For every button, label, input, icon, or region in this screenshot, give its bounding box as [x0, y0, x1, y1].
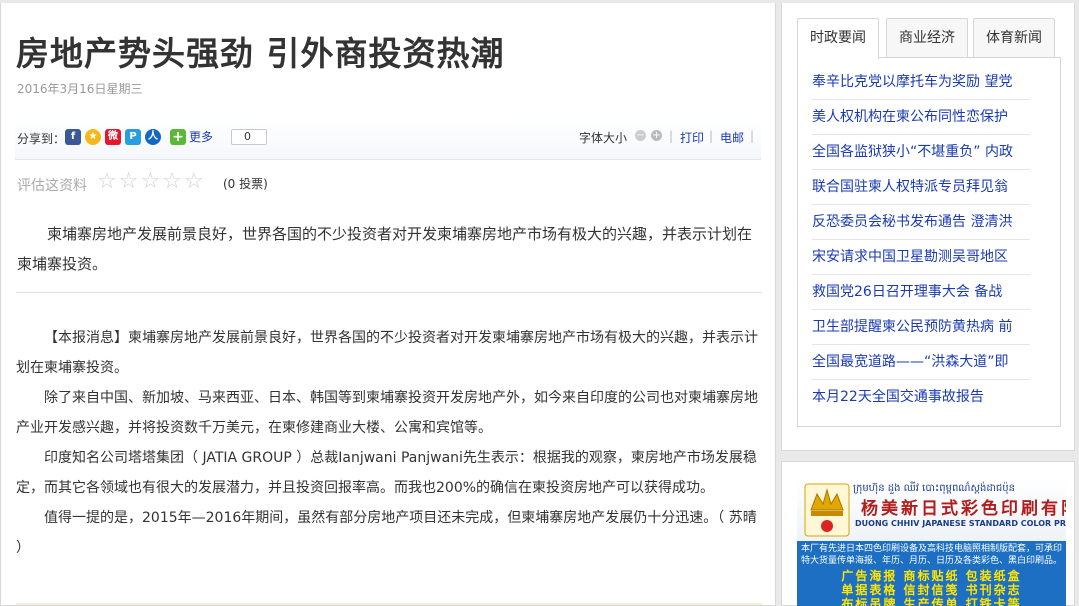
- share-more-link[interactable]: 更多: [189, 128, 213, 145]
- share-toolbar: 分享到： f ★ 微 P 人 + 更多 0 字体大小 − + | 打印 | 电邮…: [15, 120, 761, 160]
- star-icon[interactable]: ☆: [140, 169, 160, 194]
- divider: [16, 603, 762, 605]
- news-link[interactable]: 反恐委员会秘书发布通告 澄清洪: [812, 205, 1030, 240]
- tab-sports[interactable]: 体育新闻: [973, 18, 1055, 58]
- ad-company-name: 杨美新日式彩色印刷有限公司: [861, 499, 1066, 519]
- star-icon[interactable]: ☆: [184, 169, 204, 194]
- article-summary: 柬埔寨房地产发展前景良好，世界各国的不少投资者对开发柬埔寨房地产市场有极大的兴趣…: [17, 225, 753, 273]
- ad-services: 广告海报 商标贴纸 包装纸盒 单据表格 信封信笺 书刊杂志 布标吊牌 生产传单 …: [805, 569, 1058, 606]
- share-label: 分享到：: [17, 132, 66, 146]
- tab-politics[interactable]: 时政要闻: [797, 18, 879, 59]
- news-link[interactable]: 宋安请求中国卫星勘测吴哥地区: [812, 240, 1030, 275]
- news-link[interactable]: 本月22天全国交通事故报告: [812, 380, 1030, 415]
- font-increase-icon[interactable]: +: [651, 130, 662, 141]
- news-link[interactable]: 卫生部提醒柬公民预防黄热病 前: [812, 310, 1030, 345]
- toolbar-separator: |: [750, 129, 755, 143]
- ad-service-line: 广告海报 商标贴纸 包装纸盒: [841, 569, 1022, 583]
- article-paragraph: 【本报消息】柬埔寨房地产发展前景良好，世界各国的不少投资者对开发柬埔寨房地产市场…: [16, 330, 758, 376]
- toolbar-separator: |: [669, 129, 674, 143]
- print-link[interactable]: 打印: [680, 129, 704, 146]
- facebook-icon[interactable]: f: [65, 129, 81, 145]
- article-paragraph: 值得一提的是，2015年—2016年期间，虽然有部分房地产项目还未完成，但柬埔寨…: [16, 510, 757, 556]
- printing-company-ad[interactable]: ក្រុមហ៊ុន ដួង ឈីវ បោះពុម្ពពណ៌ស្តង់ដាជប៉ុ…: [797, 479, 1066, 606]
- ad-panel: ក្រុមហ៊ុន ដួង ឈីវ បោះពុម្ពពណ៌ស្តង់ដាជប៉ុ…: [781, 461, 1075, 606]
- font-size-label: 字体大小: [579, 131, 628, 145]
- toolbar-separator: |: [709, 129, 714, 143]
- news-sidebar: 时政要闻 商业经济 体育新闻 奉辛比克党以摩托车为奖励 望党 美人权机构在柬公布…: [781, 3, 1075, 451]
- weibo-icon[interactable]: 微: [105, 129, 121, 145]
- news-link[interactable]: 全国各监狱狭小“不堪重负” 内政: [812, 135, 1030, 170]
- ad-description: 本厂有先进日本四色印刷设备及高科技电脑照相制版配套，可承印特大货量传单海报、年历…: [801, 544, 1063, 566]
- star-icon[interactable]: ☆: [119, 169, 139, 194]
- ad-header: ក្រុមហ៊ុន ដួង ឈីវ បោះពុម្ពពណ៌ស្តង់ដាជប៉ុ…: [797, 479, 1066, 541]
- renren-icon[interactable]: 人: [145, 129, 161, 145]
- star-icon[interactable]: ☆: [97, 169, 117, 194]
- news-link[interactable]: 救国党26日召开理事大会 备战: [812, 275, 1030, 310]
- share-count: 0: [231, 129, 267, 145]
- rating-stars[interactable]: ☆☆☆☆☆: [97, 169, 206, 194]
- ad-service-line: 布标吊牌 生产传单 打铁卡等: [841, 597, 1022, 606]
- ad-english-name: DUONG CHHIV JAPANESE STANDARD COLOR PRIN…: [855, 519, 1066, 528]
- news-link[interactable]: 全国最宽道路——“洪森大道”即: [812, 345, 1030, 380]
- pengyou-icon[interactable]: P: [125, 129, 141, 145]
- article-date: 2016年3月16日星期三: [17, 82, 143, 96]
- tab-business[interactable]: 商业经济: [886, 18, 968, 58]
- news-tabs: 时政要闻 商业经济 体育新闻: [797, 18, 1060, 59]
- email-link[interactable]: 电邮: [720, 129, 744, 146]
- news-link[interactable]: 美人权机构在柬公布同性恋保护: [812, 100, 1030, 135]
- article-body: 【本报消息】柬埔寨房地产发展前景良好，世界各国的不少投资者对开发柬埔寨房地产市场…: [16, 323, 762, 563]
- plus-icon[interactable]: +: [170, 129, 186, 145]
- crown-logo-icon: [804, 483, 850, 537]
- page-title: 房地产势头强劲 引外商投资热潮: [16, 34, 505, 73]
- article-paragraph: 印度知名公司塔塔集团（ JATIA GROUP ）总裁Ianjwani Panj…: [16, 450, 757, 496]
- qzone-icon[interactable]: ★: [85, 129, 101, 145]
- divider: [16, 292, 762, 293]
- star-icon[interactable]: ☆: [162, 169, 182, 194]
- news-link[interactable]: 联合国驻柬人权特派专员拜见翁: [812, 170, 1030, 205]
- article-paragraph: 除了来自中国、新加坡、马来西亚、日本、韩国等到柬埔寨投资开发房地产外，如今来自印…: [16, 390, 758, 436]
- article-panel: 房地产势头强劲 引外商投资热潮 2016年3月16日星期三 分享到： f ★ 微…: [0, 3, 776, 606]
- news-link[interactable]: 奉辛比克党以摩托车为奖励 望党: [812, 65, 1030, 100]
- vote-count: (0 投票): [223, 177, 268, 191]
- font-decrease-icon[interactable]: −: [635, 130, 646, 141]
- ad-service-line: 单据表格 信封信笺 书刊杂志: [841, 583, 1022, 597]
- rating-label: 评估这资料: [17, 178, 87, 194]
